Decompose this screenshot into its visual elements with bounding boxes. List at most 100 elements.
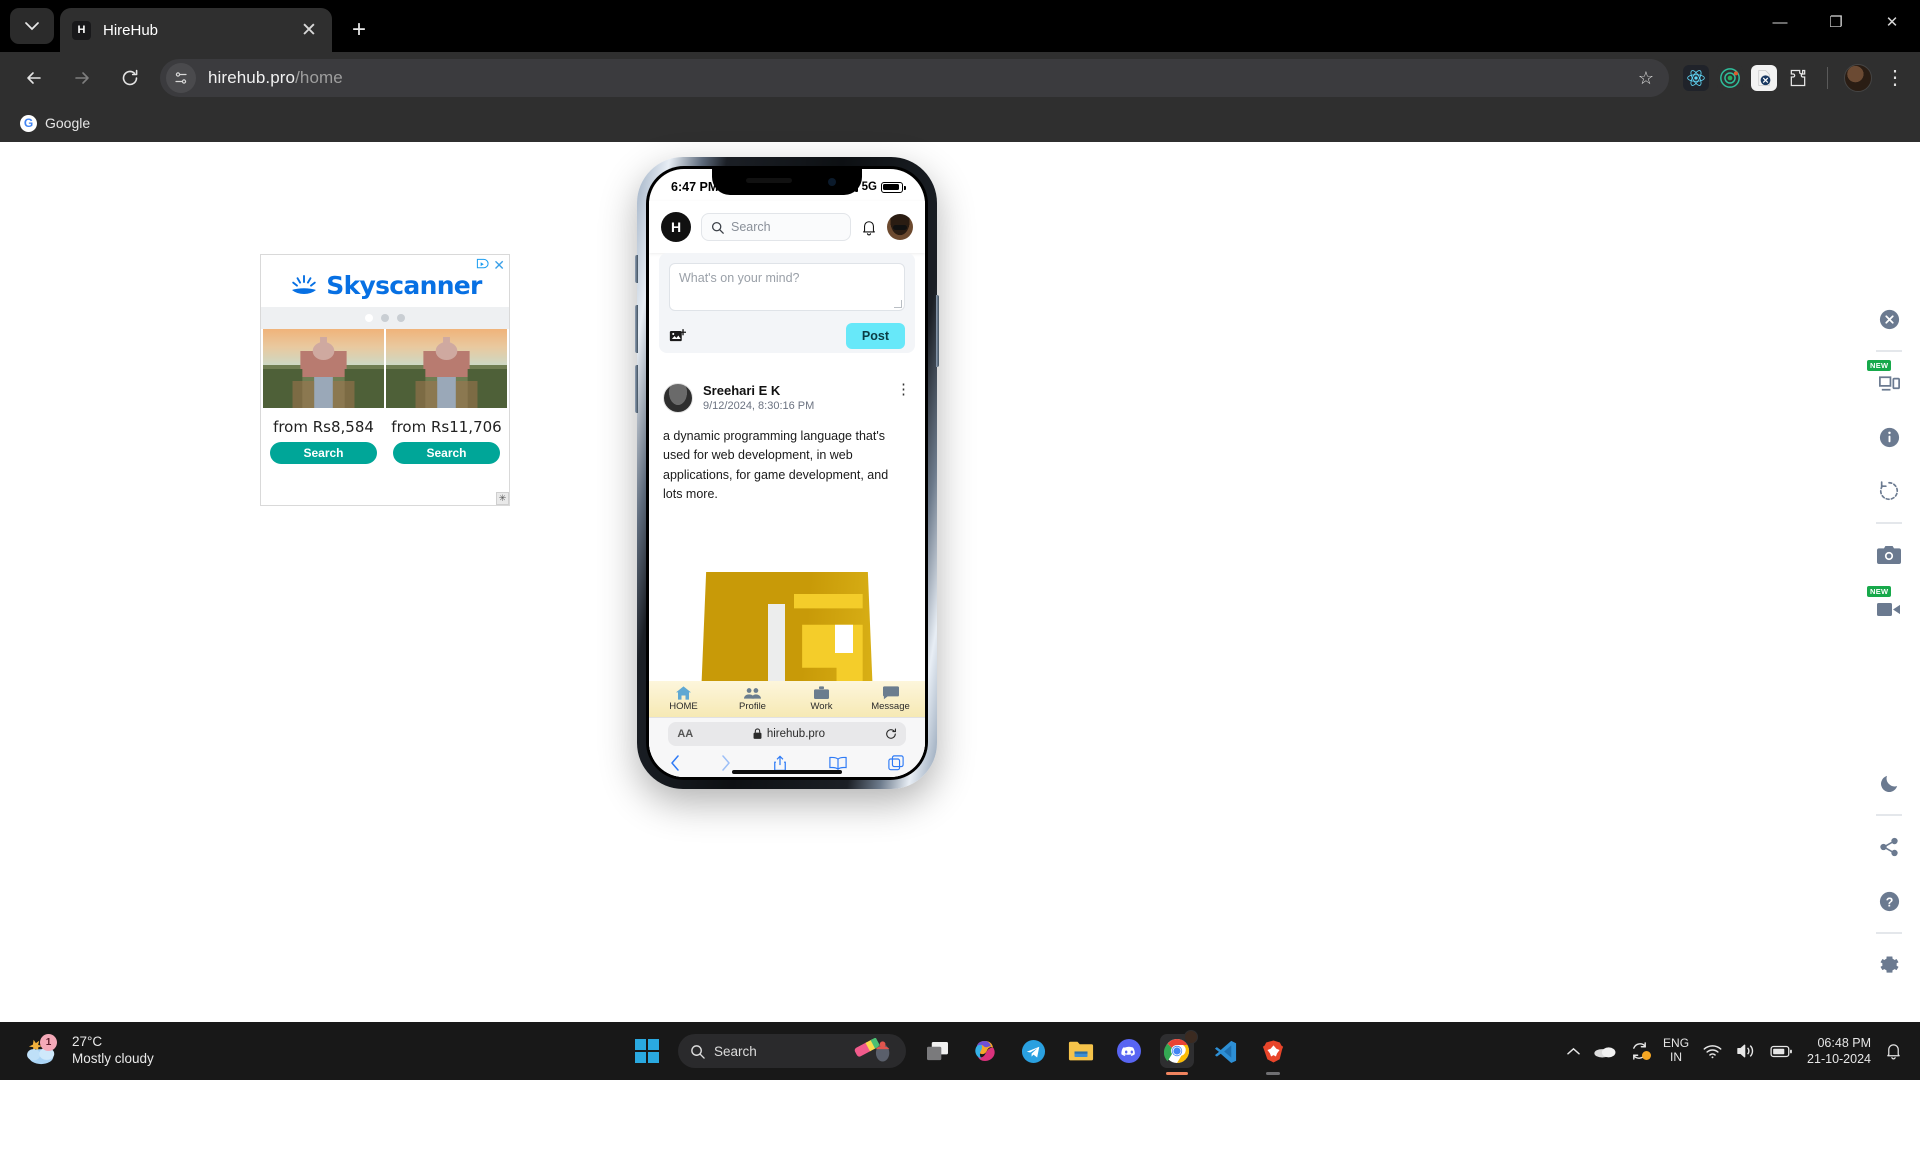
safari-back-icon[interactable] [670,755,680,771]
post-button[interactable]: Post [846,323,905,349]
ad-card[interactable]: from Rs11,706 Search [386,329,507,472]
ad-search-button[interactable]: Search [393,442,499,464]
google-chrome-button[interactable] [1160,1034,1194,1068]
hirehub-logo[interactable]: H [661,212,691,242]
discord-button[interactable] [1112,1034,1146,1068]
reload-button[interactable] [111,59,149,97]
start-windows-button[interactable] [630,1034,664,1068]
wifi-icon[interactable] [1703,1044,1722,1059]
google-icon: G [20,115,37,132]
carousel-dot[interactable] [381,314,389,322]
notifications-bell-icon[interactable] [1885,1042,1902,1060]
help-icon[interactable]: ? [1858,874,1920,928]
weather-widget[interactable]: 1 27°C Mostly cloudy [0,1034,154,1068]
new-tab-button[interactable]: + [342,13,376,47]
safari-share-icon[interactable] [773,755,787,772]
rotate-icon[interactable] [1858,464,1920,518]
close-window-button[interactable]: ✕ [1864,0,1920,44]
close-circle-icon[interactable] [1858,292,1920,346]
search-input[interactable]: Search [701,213,851,241]
puzzle-extensions-icon[interactable] [1785,65,1811,91]
ad-card[interactable]: from Rs8,584 Search [263,329,384,472]
adchoices-icon[interactable] [476,258,489,271]
maximize-button[interactable]: ❐ [1808,0,1864,44]
taskbar-search-box[interactable]: Search [678,1034,906,1068]
share-icon[interactable] [1858,820,1920,874]
docx-converter-icon[interactable] [1751,65,1777,91]
browser-tab[interactable]: H HireHub ✕ [60,8,332,52]
tab-close-button[interactable]: ✕ [298,21,320,40]
brave-browser-button[interactable] [1256,1034,1290,1068]
language-indicator[interactable]: ENG IN [1663,1037,1689,1065]
post-author-name: Sreehari E K [703,383,814,398]
chrome-menu-button[interactable]: ⋮ [1880,70,1910,86]
settings-gear-icon[interactable] [1858,938,1920,992]
post-author-avatar[interactable] [663,383,693,413]
sidebar-item-profile[interactable]: Profile [718,686,787,712]
react-devtools-icon[interactable] [1683,65,1709,91]
camera-icon[interactable] [1858,528,1920,582]
weather-temperature: 27°C [72,1034,154,1051]
language-code: ENG [1663,1036,1689,1050]
safari-bookmarks-icon[interactable] [829,756,847,770]
bookmarks-bar: G Google [0,104,1920,142]
address-bar[interactable]: hirehub.pro/home ☆ [160,59,1669,97]
sync-icon[interactable] [1630,1042,1649,1060]
telegram-button[interactable] [1016,1034,1050,1068]
url-host: hirehub.pro [208,68,295,87]
ad-close-button[interactable]: ✕ [493,257,505,274]
bell-icon[interactable] [861,219,877,236]
rail-divider [1876,350,1902,352]
weather-icon: 1 [24,1036,62,1066]
text-size-button[interactable]: AA [677,728,693,740]
task-view-button[interactable] [920,1034,954,1068]
battery-icon[interactable] [1770,1045,1793,1058]
back-button[interactable] [15,59,53,97]
onedrive-icon[interactable] [1594,1044,1616,1058]
add-image-icon[interactable] [669,328,686,345]
sidebar-item-message[interactable]: Message [856,686,925,712]
video-camera-icon[interactable]: NEW [1858,582,1920,636]
region-code: IN [1670,1050,1682,1064]
microsoft-copilot-button[interactable] [968,1034,1002,1068]
ad-carousel-dots[interactable] [261,307,509,329]
sidebar-item-home[interactable]: HOME [649,686,718,712]
reload-icon[interactable] [885,728,897,740]
tab-search-button[interactable] [10,8,54,44]
vs-code-button[interactable] [1208,1034,1242,1068]
composer-textarea[interactable]: What's on your mind? [669,263,905,311]
clock-date: 21-10-2024 [1807,1052,1871,1066]
weather-alert-badge: 1 [40,1034,57,1051]
advertisement[interactable]: ✕ Skyscanner [260,254,510,506]
ad-search-button[interactable]: Search [270,442,376,464]
clock-widget[interactable]: 06:48 PM 21-10-2024 [1807,1035,1871,1068]
carousel-dot[interactable] [397,314,405,322]
file-explorer-button[interactable] [1064,1034,1098,1068]
bookmark-google[interactable]: G Google [12,111,98,136]
sidebar-item-work[interactable]: Work [787,686,856,712]
bookmark-star-icon[interactable]: ☆ [1629,68,1663,89]
carousel-dot[interactable] [365,314,373,322]
safari-tabs-icon[interactable] [888,755,904,771]
browser-window: H HireHub ✕ + — ❐ ✕ [0,0,1920,1080]
ad-resize-corner[interactable]: ✳ [496,492,509,505]
post-image[interactable] [649,547,925,697]
tab-label: Message [871,701,910,712]
status-time: 6:47 PM [671,180,718,194]
site-settings-icon[interactable] [166,63,196,93]
network-type: 5G [862,181,877,193]
avatar[interactable] [887,214,913,240]
safari-url-field[interactable]: AA hirehub.pro [668,722,905,746]
dark-mode-icon[interactable] [1858,756,1920,810]
ring-tracker-icon[interactable] [1717,65,1743,91]
kebab-menu-icon[interactable]: ⋮ [896,383,911,396]
safari-forward-icon[interactable] [721,755,731,771]
volume-icon[interactable] [1736,1043,1756,1059]
responsive-devices-icon[interactable]: NEW [1858,356,1920,410]
chrome-profile-avatar[interactable] [1844,64,1872,92]
info-icon[interactable] [1858,410,1920,464]
chevron-up-icon[interactable] [1567,1047,1580,1056]
forward-button[interactable] [63,59,101,97]
minimize-button[interactable]: — [1752,0,1808,44]
textarea-resize-grip[interactable] [894,300,902,308]
